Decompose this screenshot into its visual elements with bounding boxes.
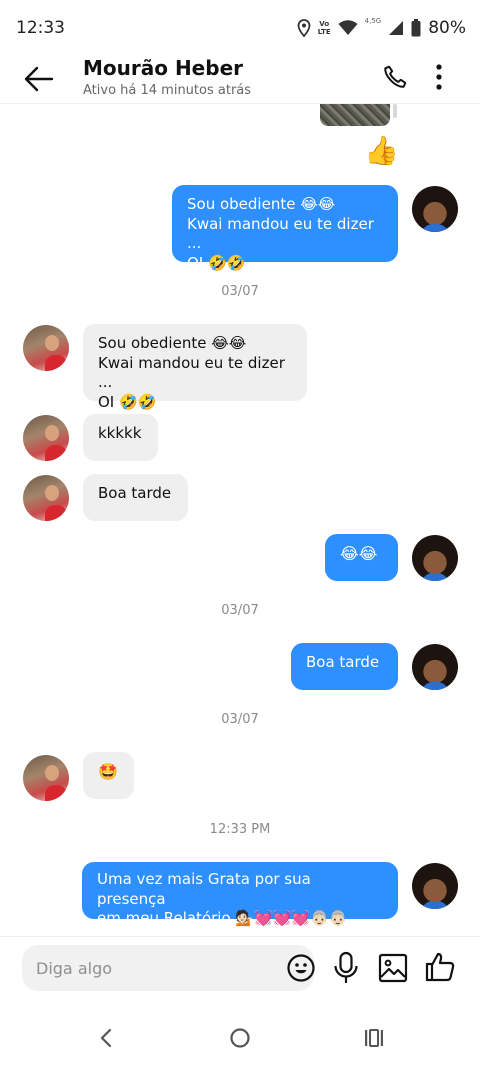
volte-icon: Vo LTE: [317, 20, 331, 36]
contact-status: Ativo há 14 minutos atrás: [83, 83, 252, 98]
composer-bar: [0, 936, 480, 998]
call-button[interactable]: [378, 60, 412, 94]
incoming-message[interactable]: 🤩: [83, 752, 134, 799]
battery-icon: [411, 19, 421, 37]
incoming-message[interactable]: kkkkk: [83, 414, 158, 461]
timestamp-separator: 12:33 PM: [209, 822, 271, 837]
contact-name[interactable]: Mourão Heber: [83, 56, 243, 80]
nav-home-icon[interactable]: [228, 1026, 252, 1050]
network-type: 4,5G: [364, 17, 382, 25]
status-time: 12:33: [16, 18, 65, 38]
more-options-button[interactable]: [424, 60, 454, 94]
outgoing-message[interactable]: 😂😂: [325, 534, 398, 581]
my-avatar[interactable]: [412, 535, 458, 581]
wifi-icon: [338, 20, 358, 35]
battery-percent: 80%: [428, 18, 466, 38]
microphone-icon[interactable]: [332, 951, 360, 985]
status-icons: Vo LTE 4,5G 80%: [297, 16, 466, 40]
thumbs-up-message[interactable]: 👍: [364, 134, 399, 168]
chat-header: Mourão Heber Ativo há 14 minutos atrás: [0, 56, 480, 104]
my-avatar[interactable]: [412, 186, 458, 232]
signal-icon: [389, 21, 404, 35]
smiley-icon[interactable]: [286, 953, 316, 983]
thumbs-up-icon[interactable]: [424, 951, 456, 983]
outgoing-message[interactable]: Boa tarde: [291, 643, 398, 690]
conversation[interactable]: 👍 Sou obediente 😂😂 Kwai mandou eu te diz…: [0, 104, 480, 936]
outgoing-message[interactable]: Sou obediente 😂😂 Kwai mandou eu te dizer…: [172, 185, 398, 272]
contact-avatar[interactable]: [23, 475, 69, 521]
incoming-message[interactable]: Sou obediente 😂😂 Kwai mandou eu te dizer…: [83, 324, 307, 411]
message-input[interactable]: [36, 945, 266, 991]
message-input-container[interactable]: [22, 945, 316, 991]
scroll-indicator: [393, 104, 397, 118]
location-icon: [297, 19, 311, 37]
image-icon[interactable]: [378, 953, 408, 983]
outgoing-message[interactable]: Uma vez mais Grata por sua presença em m…: [82, 862, 398, 927]
system-nav-bar: [0, 1012, 480, 1066]
arrow-left-icon: [24, 66, 54, 92]
status-bar: 12:33 Vo LTE 4,5G 80%: [0, 0, 480, 56]
contact-avatar[interactable]: [23, 755, 69, 801]
nav-recents-icon[interactable]: [362, 1026, 386, 1050]
my-avatar[interactable]: [412, 863, 458, 909]
nav-back-icon[interactable]: [94, 1026, 118, 1050]
more-vertical-icon: [436, 64, 442, 90]
contact-avatar[interactable]: [23, 415, 69, 461]
phone-icon: [384, 65, 407, 88]
contact-avatar[interactable]: [23, 325, 69, 371]
incoming-message[interactable]: Boa tarde: [83, 474, 188, 521]
back-button[interactable]: [20, 60, 58, 98]
photo-message[interactable]: [320, 104, 390, 126]
date-separator: 03/07: [221, 603, 259, 618]
date-separator: 03/07: [221, 284, 259, 299]
my-avatar[interactable]: [412, 644, 458, 690]
date-separator: 03/07: [221, 712, 259, 727]
